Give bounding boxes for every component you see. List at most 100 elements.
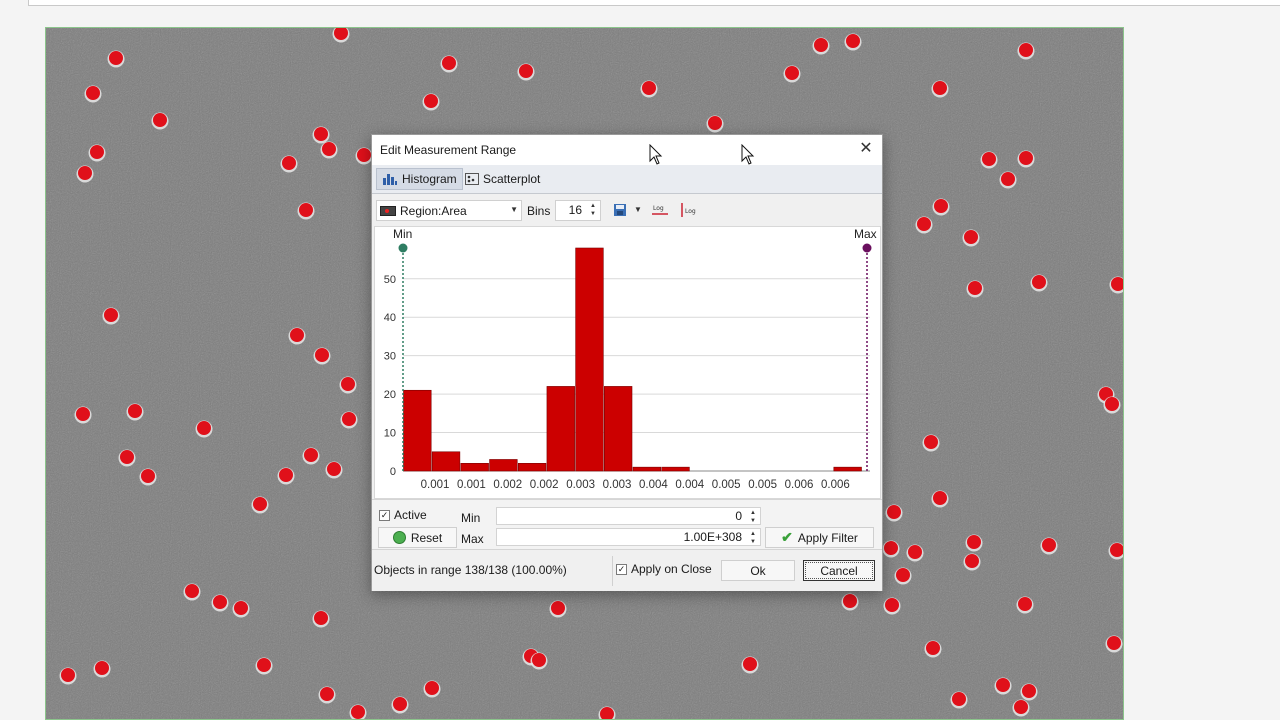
detected-particle[interactable] — [61, 668, 75, 682]
detected-particle[interactable] — [964, 230, 978, 244]
detected-particle[interactable] — [279, 468, 293, 482]
detected-particle[interactable] — [351, 705, 365, 719]
detected-particle[interactable] — [1032, 275, 1046, 289]
save-icon[interactable] — [612, 202, 630, 218]
detected-particle[interactable] — [1022, 684, 1036, 698]
detected-particle[interactable] — [95, 661, 109, 675]
apply-on-close-check-box[interactable]: ✓ — [616, 563, 627, 575]
detected-particle[interactable] — [814, 38, 828, 52]
detected-particle[interactable] — [213, 595, 227, 609]
detected-particle[interactable] — [1019, 151, 1033, 165]
detected-particle[interactable] — [314, 127, 328, 141]
detected-particle[interactable] — [843, 594, 857, 608]
bins-stepper[interactable]: 16 ▲ ▼ — [555, 200, 601, 221]
detected-particle[interactable] — [425, 681, 439, 695]
dialog-titlebar[interactable]: Edit Measurement Range ✕ — [372, 135, 882, 165]
max-value-field[interactable]: 1.00E+308 ▲ ▼ — [496, 528, 761, 546]
cancel-button[interactable]: Cancel — [803, 560, 875, 581]
detected-particle[interactable] — [253, 497, 267, 511]
detected-particle[interactable] — [393, 697, 407, 711]
detected-particle[interactable] — [887, 505, 901, 519]
detected-particle[interactable] — [1014, 700, 1028, 714]
detected-particle[interactable] — [299, 203, 313, 217]
detected-particle[interactable] — [1107, 636, 1121, 650]
detected-particle[interactable] — [908, 545, 922, 559]
apply-filter-button[interactable]: ✔ Apply Filter — [765, 527, 874, 548]
detected-particle[interactable] — [76, 407, 90, 421]
histogram-bar[interactable] — [833, 466, 862, 472]
histogram-bar[interactable] — [489, 459, 518, 472]
detected-particle[interactable] — [109, 51, 123, 65]
detected-particle[interactable] — [128, 404, 142, 418]
min-spinner-icon[interactable]: ▲ ▼ — [747, 509, 759, 526]
apply-on-close-checkbox[interactable]: ✓ Apply on Close — [616, 562, 712, 576]
save-options-chevron-icon[interactable]: ▼ — [634, 205, 642, 214]
detected-particle[interactable] — [965, 554, 979, 568]
tab-scatterplot[interactable]: Scatterplot — [460, 168, 545, 190]
detected-particle[interactable] — [282, 156, 296, 170]
detected-particle[interactable] — [917, 217, 931, 231]
detected-particle[interactable] — [532, 653, 546, 667]
histogram-chart[interactable]: 0 10 20 30 40 50 0.001 0.001 0.002 0.002 0.003 0.00… — [374, 226, 881, 499]
active-checkbox[interactable]: ✓ Active — [379, 508, 427, 522]
detected-particle[interactable] — [424, 94, 438, 108]
detected-particle[interactable] — [884, 541, 898, 555]
tab-histogram[interactable]: Histogram — [376, 168, 463, 190]
detected-particle[interactable] — [1019, 43, 1033, 57]
histogram-bar[interactable] — [431, 451, 461, 472]
histogram-bar[interactable] — [604, 386, 633, 472]
detected-particle[interactable] — [933, 491, 947, 505]
histogram-bar[interactable] — [632, 466, 661, 472]
detected-particle[interactable] — [185, 584, 199, 598]
detected-particle[interactable] — [78, 166, 92, 180]
detected-particle[interactable] — [341, 377, 355, 391]
histogram-bar[interactable] — [517, 463, 547, 472]
detected-particle[interactable] — [519, 64, 533, 78]
detected-particle[interactable] — [1042, 538, 1056, 552]
min-range-handle[interactable] — [398, 243, 408, 253]
close-button[interactable]: ✕ — [850, 135, 882, 165]
detected-particle[interactable] — [896, 568, 910, 582]
detected-particle[interactable] — [314, 611, 328, 625]
histogram-bar[interactable] — [460, 463, 489, 472]
detected-particle[interactable] — [327, 462, 341, 476]
detected-particle[interactable] — [642, 81, 656, 95]
detected-particle[interactable] — [1018, 597, 1032, 611]
detected-particle[interactable] — [996, 678, 1010, 692]
detected-particle[interactable] — [967, 535, 981, 549]
detected-particle[interactable] — [234, 601, 248, 615]
histogram-bar[interactable] — [575, 247, 604, 472]
measurement-select[interactable]: Region:Area ▼ — [376, 200, 522, 221]
reset-button[interactable]: Reset — [378, 527, 457, 548]
detected-particle[interactable] — [322, 142, 336, 156]
detected-particle[interactable] — [86, 86, 100, 100]
histogram-bar[interactable] — [661, 466, 690, 472]
detected-particle[interactable] — [743, 657, 757, 671]
detected-particle[interactable] — [197, 421, 211, 435]
detected-particle[interactable] — [90, 145, 104, 159]
max-range-handle[interactable] — [862, 243, 872, 253]
histogram-bar[interactable] — [546, 386, 575, 472]
detected-particle[interactable] — [442, 56, 456, 70]
detected-particle[interactable] — [315, 348, 329, 362]
detected-particle[interactable] — [257, 658, 271, 672]
ok-button[interactable]: Ok — [721, 560, 795, 581]
active-check-box[interactable]: ✓ — [379, 509, 390, 521]
detected-particle[interactable] — [357, 148, 371, 162]
detected-particle[interactable] — [120, 450, 134, 464]
detected-particle[interactable] — [290, 328, 304, 342]
detected-particle[interactable] — [933, 81, 947, 95]
detected-particle[interactable] — [141, 469, 155, 483]
detected-particle[interactable] — [1001, 172, 1015, 186]
detected-particle[interactable] — [885, 598, 899, 612]
log-x-scale-icon[interactable]: Log — [651, 202, 669, 218]
log-y-scale-icon[interactable]: Log — [679, 202, 697, 218]
detected-particle[interactable] — [153, 113, 167, 127]
detected-particle[interactable] — [846, 34, 860, 48]
detected-particle[interactable] — [104, 308, 118, 322]
detected-particle[interactable] — [1105, 397, 1119, 411]
detected-particle[interactable] — [934, 199, 948, 213]
detected-particle[interactable] — [342, 412, 356, 426]
spinner-arrows-icon[interactable]: ▲ ▼ — [587, 202, 599, 219]
histogram-bar[interactable] — [403, 389, 432, 472]
